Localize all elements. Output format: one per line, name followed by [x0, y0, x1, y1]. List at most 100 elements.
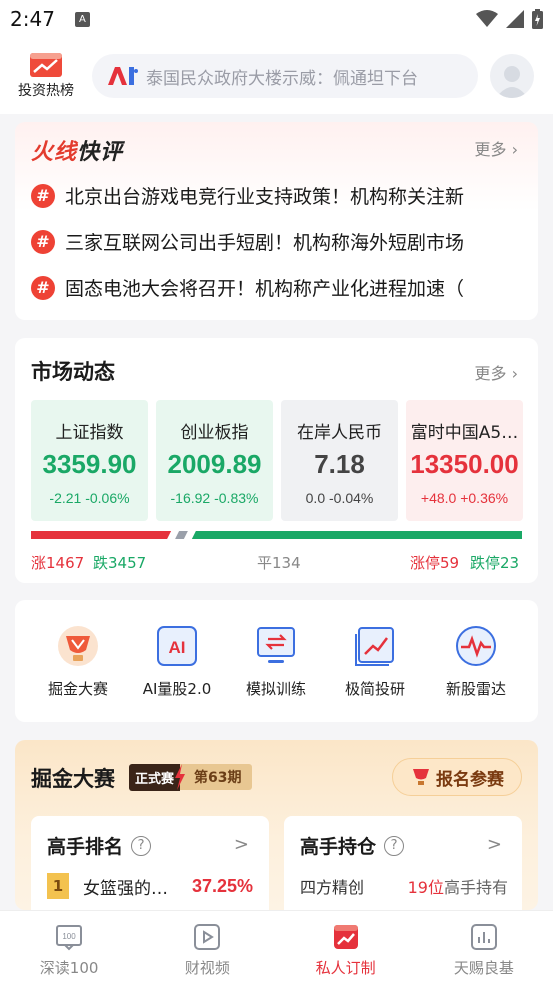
play-video-icon — [194, 924, 221, 950]
master-ranking-card[interactable]: 高手排名 ? > 1 女篮强的… 37.25% — [31, 816, 269, 910]
nav-item-deep-read[interactable]: 100 深读100 — [0, 911, 138, 984]
nav-label: 天赐良基 — [453, 959, 514, 977]
index-change: -16.92 -0.83% — [171, 490, 259, 506]
svg-text:AI: AI — [169, 638, 186, 657]
hot-comments-card: 火线快评 更多 › # 北京出台游戏电竞行业支持政策！机构称关注新 # 三家互联… — [15, 122, 538, 320]
flat-count-label: 平134 — [257, 554, 301, 572]
signup-button[interactable]: 报名参赛 — [392, 758, 522, 796]
badge-period: 第63期 — [180, 764, 252, 790]
tool-label: 极简投研 — [344, 680, 405, 698]
nav-item-fund[interactable]: 天赐良基 — [415, 911, 553, 984]
news-text: 北京出台游戏电竞行业支持政策！机构称关注新 — [65, 186, 465, 208]
search-input[interactable]: 泰国民众政府大楼示威：佩通坦下台 — [92, 54, 478, 98]
up-count-label: 涨1467 — [31, 554, 85, 572]
status-bar: 2:47 A — [0, 0, 553, 38]
hashtag-icon: # — [31, 275, 55, 300]
contest-title: 掘金大赛 — [31, 767, 115, 791]
breadth-flat-segment — [175, 531, 188, 539]
trophy-small-icon — [413, 769, 429, 785]
lightning-icon — [175, 764, 186, 790]
index-change-pct: -0.04% — [329, 490, 374, 506]
index-change-abs: -2.21 — [49, 490, 82, 506]
notification-a-icon: A — [74, 11, 90, 27]
more-label: 更多 — [474, 364, 507, 383]
index-change-abs: +48.0 — [420, 490, 457, 506]
trophy-icon — [58, 626, 98, 666]
holding-stock-name: 四方精创 — [300, 878, 365, 897]
hot-list-label: 投资热榜 — [18, 83, 74, 99]
ranking-title: 高手排名 ? — [47, 832, 152, 859]
holdings-row: 四方精创 19位 高手持有 — [300, 874, 508, 898]
hot-comments-more-link[interactable]: 更多 › — [474, 136, 518, 160]
index-change-pct: -0.83% — [214, 490, 259, 506]
top-bar: 投资热榜 泰国民众政府大楼示威：佩通坦下台 — [0, 38, 553, 114]
help-icon[interactable]: ? — [384, 835, 405, 856]
nav-item-custom[interactable]: 私人订制 — [277, 911, 415, 984]
market-more-link[interactable]: 更多 › — [474, 360, 518, 384]
news-item[interactable]: # 三家互联网公司出手短剧！机构称海外短剧市场 — [31, 228, 531, 255]
contest-card: 掘金大赛 正式赛 第63期 报名参赛 高手排名 ? > 1 女篮强的… 37.2… — [15, 740, 538, 910]
fund-chart-icon — [470, 924, 497, 950]
signal-icon — [506, 10, 524, 28]
news-text: 固态电池大会将召开！机构称产业化进程加速（ — [65, 278, 465, 300]
badge-type: 正式赛 — [129, 763, 181, 791]
news-text: 三家互联网公司出手短剧！机构称海外短剧市场 — [65, 232, 465, 254]
breadth-down-segment — [191, 531, 522, 539]
tool-research[interactable]: 极简投研 — [330, 624, 420, 699]
news-100-icon: 100 — [56, 925, 83, 951]
index-change-abs: -16.92 — [170, 490, 211, 506]
tool-label: 新股雷达 — [445, 680, 506, 698]
hot-list-icon — [30, 53, 62, 77]
battery-icon — [532, 9, 543, 29]
nav-label: 私人订制 — [315, 959, 376, 977]
tool-simulation[interactable]: 模拟训练 — [231, 624, 321, 699]
ai-icon: AI — [157, 626, 197, 666]
ranking-row: 1 女篮强的… 37.25% — [47, 872, 253, 900]
index-change-abs: 0.0 — [305, 490, 326, 506]
ranking-user-name: 女篮强的… — [83, 878, 168, 899]
exchange-screen-icon — [257, 627, 295, 663]
index-value: 3359.90 — [42, 449, 137, 479]
hashtag-icon: # — [31, 183, 55, 208]
market-title: 市场动态 — [31, 360, 115, 384]
ai-search-logo-icon — [108, 67, 138, 85]
bottom-nav: 100 深读100 财视频 私人订制 天赐良基 — [0, 910, 553, 984]
news-item[interactable]: # 北京出台游戏电竞行业支持政策！机构称关注新 — [31, 182, 531, 209]
index-card-cny[interactable]: 在岸人民币 7.18 0.0 -0.04% — [281, 400, 398, 521]
tool-ai-stock[interactable]: AI AI量股2.0 — [132, 624, 222, 699]
index-card-shanghai[interactable]: 上证指数 3359.90 -2.21 -0.06% — [31, 400, 148, 521]
limit-down-label: 跌停23 — [470, 554, 520, 572]
tool-ipo-radar[interactable]: 新股雷达 — [431, 624, 521, 699]
tool-contest[interactable]: 掘金大赛 — [33, 624, 123, 699]
avatar[interactable] — [490, 54, 534, 98]
more-label: 更多 — [474, 140, 507, 159]
chevron-right-icon: › — [511, 364, 518, 383]
hot-comments-title: 火线快评 — [31, 134, 123, 166]
index-card-chinext[interactable]: 创业板指 2009.89 -16.92 -0.83% — [156, 400, 273, 521]
index-change: 0.0 -0.04% — [306, 490, 374, 506]
index-name: 创业板指 — [180, 423, 249, 443]
index-card-ftse-a50[interactable]: 富时中国A5… 13350.00 +48.0 +0.36% — [406, 400, 523, 521]
ranking-return: 37.25% — [191, 875, 253, 896]
svg-text:100: 100 — [62, 932, 76, 941]
down-count-label: 跌3457 — [93, 554, 147, 572]
signup-label: 报名参赛 — [436, 769, 504, 790]
index-change-pct: +0.36% — [460, 490, 509, 506]
rank-medal: 1 — [47, 873, 69, 899]
tool-label: 模拟训练 — [245, 680, 306, 698]
wifi-icon — [476, 10, 498, 27]
investment-hot-list-button[interactable]: 投资热榜 — [14, 52, 78, 100]
help-icon[interactable]: ? — [131, 835, 152, 856]
index-name: 富时中国A5… — [410, 423, 519, 443]
market-card: 市场动态 更多 › 上证指数 3359.90 -2.21 -0.06% 创业板指… — [15, 338, 538, 583]
master-holdings-card[interactable]: 高手持仓 ? > 四方精创 19位 高手持有 — [284, 816, 522, 910]
index-value: 7.18 — [314, 449, 365, 479]
nav-label: 财视频 — [184, 959, 230, 977]
index-change: +48.0 +0.36% — [421, 490, 508, 506]
nav-label: 深读100 — [39, 959, 99, 977]
news-item[interactable]: # 固态电池大会将召开！机构称产业化进程加速（ — [31, 274, 531, 301]
hot-comments-title-part1: 火线 — [31, 140, 78, 165]
holding-rank-count: 19位 — [407, 878, 444, 897]
nav-item-video[interactable]: 财视频 — [138, 911, 276, 984]
radar-icon — [456, 626, 496, 666]
